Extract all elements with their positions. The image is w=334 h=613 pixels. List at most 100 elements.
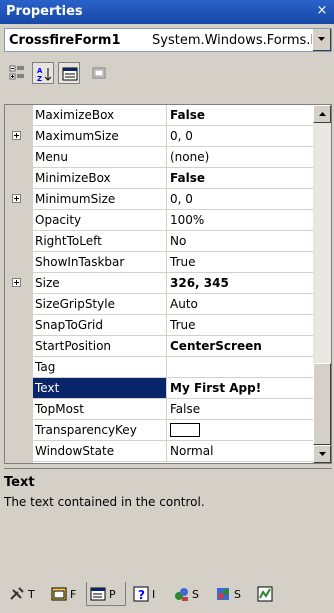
column-divider xyxy=(166,231,167,251)
column-divider xyxy=(166,126,167,146)
property-grid: MaximizeBox False MaximumSize 0, 0 Menu (none… xyxy=(4,104,332,464)
property-name: Menu xyxy=(35,150,68,164)
property-name: TopMost xyxy=(35,402,84,416)
property-value[interactable]: 0, 0 xyxy=(170,129,310,143)
scroll-down-button[interactable] xyxy=(313,445,331,463)
property-name: MaximizeBox xyxy=(35,108,115,122)
property-row[interactable]: MinimumSize 0, 0 xyxy=(5,189,313,210)
property-row[interactable]: Menu (none) xyxy=(5,147,313,168)
tab-label: P xyxy=(109,588,116,601)
property-value[interactable]: CenterScreen xyxy=(170,339,310,353)
tab-toolbox[interactable]: T xyxy=(6,582,44,606)
tab-index[interactable]: ? I xyxy=(130,582,166,606)
property-name: Text xyxy=(33,378,166,398)
property-toolbar: A Z xyxy=(4,56,332,92)
tab-form[interactable]: F xyxy=(48,582,84,606)
scroll-thumb[interactable] xyxy=(313,363,331,445)
window-title: Properties xyxy=(6,4,83,19)
title-bar: Properties × xyxy=(0,0,334,24)
description-title: Text xyxy=(4,475,35,490)
property-name: MinimizeBox xyxy=(35,171,111,185)
property-name: SizeGripStyle xyxy=(35,297,115,311)
alphabetical-icon[interactable]: A Z xyxy=(32,62,54,84)
property-row[interactable]: MaximizeBox False xyxy=(5,105,313,126)
column-divider xyxy=(166,420,167,440)
property-name: Opacity xyxy=(35,213,82,227)
property-row[interactable]: MaximumSize 0, 0 xyxy=(5,126,313,147)
property-row[interactable]: SnapToGrid True xyxy=(5,315,313,336)
property-row[interactable]: WindowState Normal xyxy=(5,441,313,462)
property-row[interactable]: Opacity 100% xyxy=(5,210,313,231)
svg-text:A: A xyxy=(37,67,43,75)
description-text: The text contained in the control. xyxy=(4,495,205,509)
expand-plus-icon[interactable] xyxy=(12,194,21,203)
property-name: TransparencyKey xyxy=(35,423,137,437)
tab-properties[interactable]: P xyxy=(86,582,126,606)
tab-label: F xyxy=(70,588,77,601)
property-value[interactable]: No xyxy=(170,234,310,248)
property-row[interactable]: TopMost False xyxy=(5,399,313,420)
column-divider xyxy=(166,105,167,125)
property-name: StartPosition xyxy=(35,339,112,353)
object-name: CrossfireForm1 xyxy=(9,33,121,48)
expand-plus-icon[interactable] xyxy=(12,131,21,140)
svg-text:?: ? xyxy=(138,588,145,602)
property-value[interactable]: 0, 0 xyxy=(170,192,310,206)
object-type: System.Windows.Forms.F xyxy=(152,33,312,48)
properties-icon[interactable] xyxy=(58,62,80,84)
column-divider xyxy=(166,252,167,272)
property-row[interactable]: Size 326, 345 xyxy=(5,273,313,294)
tab-label: I xyxy=(152,588,156,601)
close-icon[interactable]: × xyxy=(316,3,328,19)
property-row[interactable]: Text My First App! xyxy=(5,378,313,399)
description-panel: Text The text contained in the control. xyxy=(4,468,332,569)
property-row[interactable]: MinimizeBox False xyxy=(5,168,313,189)
tab-solution-explorer[interactable]: S xyxy=(212,582,250,606)
server-explorer-icon xyxy=(175,588,188,601)
tab-label: T xyxy=(28,588,35,601)
property-value[interactable]: My First App! xyxy=(170,381,310,395)
property-row[interactable]: RightToLeft No xyxy=(5,231,313,252)
toolbox-icon xyxy=(10,587,24,600)
form-icon xyxy=(51,587,67,601)
property-pages-icon[interactable] xyxy=(88,62,110,84)
property-value[interactable]: 100% xyxy=(170,213,310,227)
property-row[interactable]: StartPosition CenterScreen xyxy=(5,336,313,357)
property-value[interactable]: True xyxy=(170,318,310,332)
property-row[interactable]: TransparencyKey xyxy=(5,420,313,441)
chevron-down-icon[interactable] xyxy=(312,29,331,51)
property-name: Tag xyxy=(35,360,56,374)
expand-plus-icon[interactable] xyxy=(12,278,21,287)
column-divider xyxy=(166,294,167,314)
property-value[interactable]: 326, 345 xyxy=(170,276,310,290)
property-value[interactable]: (none) xyxy=(170,150,310,164)
property-value[interactable]: False xyxy=(170,402,310,416)
object-selector[interactable]: CrossfireForm1 System.Windows.Forms.F xyxy=(4,28,332,52)
property-row[interactable]: Tag xyxy=(5,357,313,378)
property-value[interactable]: Normal xyxy=(170,444,310,458)
property-name: MinimumSize xyxy=(35,192,116,206)
vertical-scrollbar[interactable] xyxy=(313,105,331,463)
svg-text:Z: Z xyxy=(37,75,42,82)
property-row[interactable]: SizeGripStyle Auto xyxy=(5,294,313,315)
tab-label: S xyxy=(192,588,199,601)
color-swatch[interactable] xyxy=(170,423,200,437)
class-view-icon xyxy=(257,586,273,602)
tab-server-explorer[interactable]: S xyxy=(170,582,208,606)
scroll-up-button[interactable] xyxy=(313,105,331,123)
solution-explorer-icon xyxy=(217,588,229,600)
column-divider xyxy=(166,273,167,293)
property-name: MaximumSize xyxy=(35,129,119,143)
property-value[interactable]: Auto xyxy=(170,297,310,311)
column-divider xyxy=(166,210,167,230)
column-divider xyxy=(166,168,167,188)
tab-class-view[interactable] xyxy=(254,582,282,606)
categorized-icon[interactable] xyxy=(6,62,28,84)
property-value[interactable]: True xyxy=(170,255,310,269)
tab-label: S xyxy=(234,588,241,601)
property-value[interactable]: False xyxy=(170,108,310,122)
column-divider xyxy=(166,147,167,167)
property-value[interactable]: False xyxy=(170,171,310,185)
property-row[interactable]: ShowInTaskbar True xyxy=(5,252,313,273)
properties-window-icon xyxy=(90,587,106,601)
